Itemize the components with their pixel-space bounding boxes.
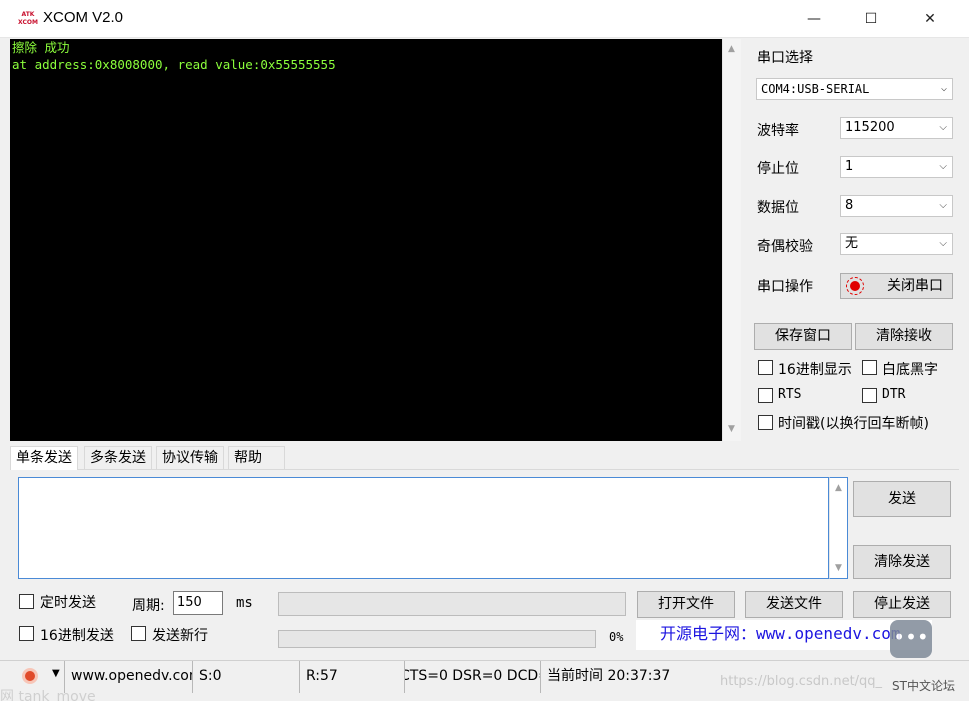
period-input[interactable]: 150 xyxy=(173,591,223,615)
clear-receive-button[interactable]: 清除接收 xyxy=(855,323,953,350)
send-button[interactable]: 发送 xyxy=(853,481,951,517)
timestamp-label: 时间戳(以换行回车断帧) xyxy=(778,416,929,432)
period-unit: ms xyxy=(236,595,253,611)
receive-scrollbar[interactable]: ▲ ▼ xyxy=(722,39,741,441)
scroll-up-icon[interactable]: ▲ xyxy=(830,480,847,497)
close-port-label: 关闭串口 xyxy=(887,278,943,294)
maximize-button[interactable]: ☐ xyxy=(843,0,899,38)
timestamp-checkbox[interactable] xyxy=(758,415,773,430)
save-window-button[interactable]: 保存窗口 xyxy=(754,323,852,350)
banner-text: 开源电子网：www.openedv.com xyxy=(660,624,901,643)
port-select-value: COM4:USB-SERIAL xyxy=(761,82,870,96)
white-bg-label: 白底黑字 xyxy=(882,362,938,378)
baud-select-value: 115200 xyxy=(845,120,895,135)
tab-help[interactable]: 帮助 xyxy=(228,446,285,469)
atk-logo-icon: ATK XCOM xyxy=(18,11,38,28)
status-sent-count: S:0 xyxy=(193,661,300,693)
rts-label: RTS xyxy=(778,387,802,402)
tab-single-send[interactable]: 单条发送 xyxy=(10,446,78,470)
stop-bits-value: 1 xyxy=(845,159,854,174)
close-button[interactable]: ✕ xyxy=(902,0,958,38)
settings-gear-icon[interactable]: ▼ xyxy=(14,665,60,687)
chat-bubble-icon: ••• xyxy=(890,620,932,658)
send-progress-bar xyxy=(278,630,596,648)
white-bg-checkbox[interactable] xyxy=(862,360,877,375)
scroll-up-icon[interactable]: ▲ xyxy=(723,41,740,58)
status-time: 当前时间 20:37:37 xyxy=(547,668,671,684)
status-signals: CTS=0 DSR=0 DCD=0 xyxy=(405,661,541,693)
chevron-down-icon: ⌵ xyxy=(939,122,947,133)
close-port-button[interactable]: 关闭串口 xyxy=(840,273,953,299)
dtr-label: DTR xyxy=(882,387,906,402)
logo-top-text: ATK xyxy=(21,11,35,18)
data-bits-select[interactable]: 8 ⌵ xyxy=(840,195,953,217)
hex-send-checkbox[interactable] xyxy=(19,626,34,641)
receive-textarea[interactable]: 擦除 成功 at address:0x8008000, read value:0… xyxy=(10,39,722,441)
bottom-left-overlay-text: 网 tank_move xyxy=(0,689,96,701)
clear-send-button[interactable]: 清除发送 xyxy=(853,545,951,579)
tab-multi-send[interactable]: 多条发送 xyxy=(84,446,152,469)
baud-select[interactable]: 115200 ⌵ xyxy=(840,117,953,139)
chevron-down-icon: ⌵ xyxy=(939,200,947,211)
status-received-count: R:57 xyxy=(300,661,405,693)
open-file-button[interactable]: 打开文件 xyxy=(637,591,735,618)
dropdown-arrow-icon: ▼ xyxy=(52,668,60,679)
port-select-label: 串口选择 xyxy=(757,50,813,66)
stop-bits-select[interactable]: 1 ⌵ xyxy=(840,156,953,178)
serial-op-label: 串口操作 xyxy=(757,279,813,295)
chevron-down-icon: ⌵ xyxy=(939,238,947,249)
baud-label: 波特率 xyxy=(757,123,799,139)
rts-checkbox[interactable] xyxy=(758,388,773,403)
send-newline-checkbox[interactable] xyxy=(131,626,146,641)
timed-send-checkbox[interactable] xyxy=(19,594,34,609)
parity-label: 奇偶校验 xyxy=(757,239,813,255)
scroll-down-icon[interactable]: ▼ xyxy=(830,560,847,577)
send-file-button[interactable]: 发送文件 xyxy=(745,591,843,618)
hex-display-label: 16进制显示 xyxy=(778,362,852,378)
data-bits-label: 数据位 xyxy=(757,200,799,216)
send-newline-label: 发送新行 xyxy=(152,628,208,644)
hex-send-label: 16进制发送 xyxy=(40,628,114,644)
port-select[interactable]: COM4:USB-SERIAL ⌵ xyxy=(756,78,953,100)
send-textarea[interactable] xyxy=(18,477,829,579)
dtr-checkbox[interactable] xyxy=(862,388,877,403)
scroll-down-icon[interactable]: ▼ xyxy=(723,421,740,438)
stop-bits-label: 停止位 xyxy=(757,161,799,177)
period-label: 周期: xyxy=(132,598,165,614)
minimize-button[interactable]: — xyxy=(786,0,842,38)
port-status-icon xyxy=(846,277,864,295)
chevron-down-icon: ⌵ xyxy=(939,161,947,172)
window-title: XCOM V2.0 xyxy=(43,9,124,26)
progress-percent: 0% xyxy=(609,630,624,644)
ime-indicator: ST中文论坛 xyxy=(892,679,955,693)
file-path-field[interactable] xyxy=(278,592,626,616)
stop-send-button[interactable]: 停止发送 xyxy=(853,591,951,618)
openedv-banner-link[interactable]: 开源电子网：www.openedv.com xyxy=(636,620,932,650)
logo-bottom-text: XCOM xyxy=(18,19,38,26)
tab-strip-line xyxy=(10,469,959,470)
hex-display-checkbox[interactable] xyxy=(758,360,773,375)
watermark-text: https://blog.csdn.net/qq_ xyxy=(720,674,883,689)
chevron-down-icon: ⌵ xyxy=(940,83,947,94)
tab-protocol[interactable]: 协议传输 xyxy=(156,446,224,469)
parity-value: 无 xyxy=(845,236,859,251)
parity-select[interactable]: 无 ⌵ xyxy=(840,233,953,255)
timed-send-label: 定时发送 xyxy=(40,595,96,611)
send-scrollbar[interactable]: ▲ ▼ xyxy=(829,477,848,579)
data-bits-value: 8 xyxy=(845,198,854,213)
